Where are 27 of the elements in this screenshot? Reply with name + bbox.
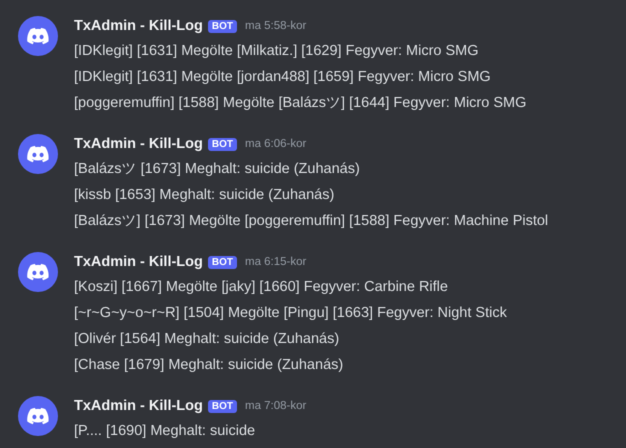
message-text: [IDKlegit] [1631] Megölte [jordan488] [1659] Fegyver: Micro SMG (74, 68, 492, 87)
timestamp: ma 7:08-kor (244, 400, 306, 412)
message-text: [Balázsツ] [1673] Megölte [poggeremuffin] [1588] Fegyver: Machine Pistol (74, 212, 548, 231)
avatar-icon[interactable] (18, 396, 58, 436)
bot-badge: BOT (208, 256, 237, 268)
message-text: [Balázsツ [1673] Meghalt: suicide (Zuhanás) (74, 160, 361, 179)
avatar-icon[interactable] (18, 16, 58, 56)
message-text: [Koszi] [1667] Megölte [jaky] [1660] Fegyver: Carbine Rifle (74, 278, 449, 297)
author-name[interactable]: TxAdmin - Kill-Log (74, 398, 203, 414)
bot-badge: BOT (208, 138, 237, 150)
timestamp: ma 6:06-kor (244, 138, 306, 150)
bot-badge: BOT (208, 400, 237, 412)
message-text: [kissb [1653] Meghalt: suicide (Zuhanás) (74, 186, 336, 205)
message-text: [Olivér [1564] Meghalt: suicide (Zuhanás) (74, 330, 340, 349)
timestamp: ma 5:58-kor (244, 20, 306, 32)
message-text: [Chase [1679] Meghalt: suicide (Zuhanás) (74, 356, 344, 375)
avatar-icon[interactable] (18, 134, 58, 174)
message-text: [poggeremuffin] [1588] Megölte [Balázsツ] [1644] Fegyver: Micro SMG (74, 94, 526, 113)
author-name[interactable]: TxAdmin - Kill-Log (74, 254, 203, 270)
message-text: [~r~G~y~o~r~R] [1504] Megölte [Pingu] [1663] Fegyver: Night Stick (74, 304, 507, 323)
avatar-icon[interactable] (18, 252, 58, 292)
message-text: [P.... [1690] Meghalt: suicide (74, 422, 256, 441)
bot-badge: BOT (208, 20, 237, 32)
author-name[interactable]: TxAdmin - Kill-Log (74, 18, 203, 34)
message-text: [IDKlegit] [1631] Megölte [Milkatiz.] [1629] Fegyver: Micro SMG (74, 42, 480, 61)
author-name[interactable]: TxAdmin - Kill-Log (74, 136, 203, 152)
timestamp: ma 6:15-kor (244, 256, 306, 268)
